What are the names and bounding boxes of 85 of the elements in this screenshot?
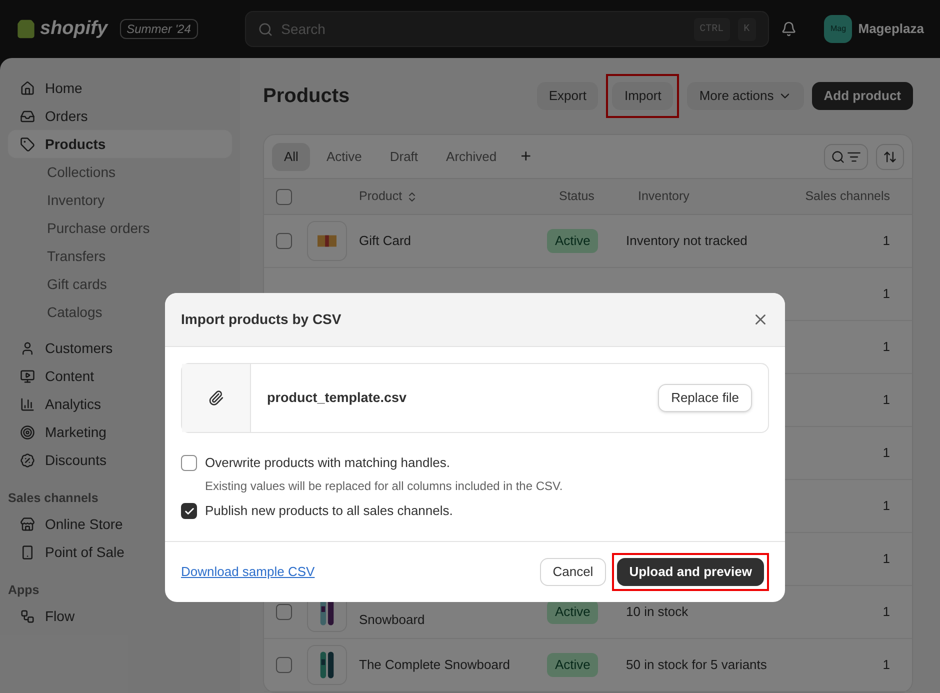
person-icon	[20, 340, 35, 356]
sidebar-item[interactable]: Orders	[8, 102, 232, 130]
option-hint: Existing values will be replaced for all columns included in the CSV.	[205, 478, 564, 495]
sidebar-subitem[interactable]: Purchase orders	[8, 214, 232, 242]
avatar[interactable]: Mag	[824, 15, 852, 43]
inventory-text: 10 in stock	[626, 604, 688, 620]
search-filter-button[interactable]	[824, 144, 868, 170]
page-title: Products	[263, 84, 350, 109]
checkbox[interactable]	[276, 604, 292, 620]
sidebar-subitem[interactable]: Inventory	[8, 186, 232, 214]
search-icon	[831, 150, 845, 164]
sort-icon	[883, 150, 897, 164]
sort-button[interactable]	[876, 144, 904, 170]
logo-text: shopify	[40, 16, 108, 41]
filter-tab[interactable]: Active	[314, 142, 374, 170]
store-icon	[20, 516, 35, 532]
home-icon	[20, 80, 35, 96]
logo-icon	[16, 19, 36, 39]
sales-channels-count: 1	[882, 656, 890, 674]
inventory-text: Inventory not tracked	[626, 233, 748, 248]
filter-icon	[847, 150, 861, 164]
phone-icon	[20, 544, 35, 560]
percent-badge-icon	[20, 452, 35, 468]
replace-file-button[interactable]: Replace file	[658, 384, 752, 412]
upload-and-preview-button[interactable]: Upload and preview	[617, 558, 764, 586]
sidebar-item[interactable]: Analytics	[8, 390, 232, 418]
sales-channels-count: 1	[882, 550, 890, 568]
sales-channels-count: 1	[882, 285, 890, 304]
bar-chart-icon	[20, 396, 35, 412]
sales-channels-count: 1	[882, 497, 890, 516]
sidebar-item[interactable]: Home	[8, 74, 232, 102]
status-badge: Active	[547, 653, 598, 677]
inventory-text: 50 in stock for 5 variants	[626, 657, 767, 672]
product-name[interactable]: Gift Card	[359, 231, 412, 251]
sales-channels-count: 1	[882, 391, 890, 410]
filter-tab[interactable]: Archived	[434, 142, 509, 170]
sidebar-item[interactable]: Customers	[8, 334, 232, 362]
target-icon	[20, 424, 35, 440]
inbox-icon	[20, 108, 35, 124]
notifications-icon[interactable]	[780, 21, 796, 37]
sales-channels-count: 1	[882, 603, 890, 622]
store-name[interactable]: Mageplaza	[858, 19, 924, 39]
checkbox[interactable]	[181, 503, 197, 519]
section-heading: Apps	[8, 582, 40, 599]
sidebar-item[interactable]: Flow	[8, 602, 232, 630]
sidebar-subitem[interactable]: Transfers	[8, 242, 232, 270]
action-button[interactable]: Import	[612, 82, 674, 110]
status-badge: Active	[547, 600, 598, 624]
column-header[interactable]: Product	[359, 187, 559, 206]
product-name[interactable]: The Complete Snowboard	[359, 655, 510, 675]
column-header: Status	[559, 188, 596, 206]
product-name[interactable]: Snowboard	[359, 610, 425, 630]
column-header: Inventory	[638, 188, 690, 206]
sales-channels-count: 1	[882, 338, 890, 356]
sidebar-item[interactable]: Content	[8, 362, 232, 390]
sidebar-subitem[interactable]: Collections	[8, 158, 232, 186]
more-actions-button[interactable]: More actions	[687, 82, 804, 110]
sales-channels-count: 1	[882, 444, 890, 462]
paperclip-icon	[208, 390, 224, 406]
edition-badge: Summer '24	[120, 19, 198, 39]
action-button[interactable]: Export	[536, 82, 598, 110]
sidebar-subitem[interactable]: Gift cards	[8, 270, 232, 298]
checkbox[interactable]	[276, 188, 292, 204]
monitor-icon	[20, 368, 35, 384]
sales-channels-count: 1	[882, 232, 890, 250]
workflow-icon	[20, 608, 35, 624]
add-product-button[interactable]: Add product	[812, 82, 913, 110]
option-label[interactable]: Publish new products to all sales channels.	[205, 501, 453, 521]
file-name: product_template.csv	[267, 388, 407, 407]
tag-icon	[20, 136, 35, 152]
sidebar-item[interactable]: Products	[8, 130, 232, 158]
filter-tab[interactable]: All	[272, 142, 310, 170]
status-badge: Active	[547, 229, 598, 253]
add-view-button[interactable]: +	[512, 143, 540, 170]
option-label[interactable]: Overwrite products with matching handles.	[205, 453, 450, 473]
checkbox[interactable]	[276, 657, 292, 673]
checkbox[interactable]	[181, 455, 197, 471]
search-icon	[258, 22, 274, 36]
check-icon	[184, 506, 194, 516]
dialog-title: Import products by CSV	[181, 310, 342, 329]
column-header: Sales channels	[805, 188, 890, 206]
checkbox[interactable]	[276, 233, 292, 249]
filter-tab[interactable]: Draft	[378, 142, 430, 170]
cancel-button[interactable]: Cancel	[540, 558, 606, 586]
sidebar-item[interactable]: Marketing	[8, 418, 232, 446]
